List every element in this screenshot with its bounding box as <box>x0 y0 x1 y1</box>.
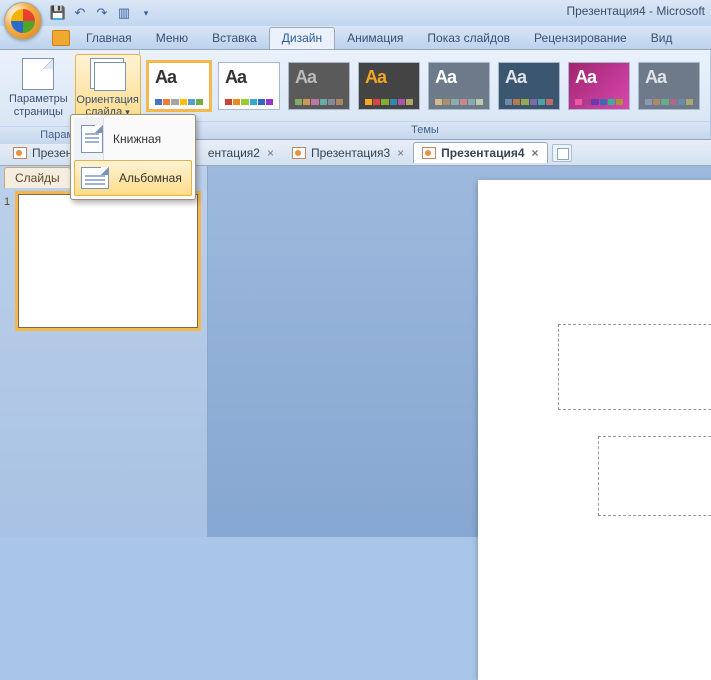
quick-access-toolbar: 💾 ↶ ↷ ▥ ▾ <box>50 5 154 21</box>
slides-tab[interactable]: Слайды <box>4 167 71 188</box>
doc-tab-label: Презентация4 <box>441 146 524 160</box>
window-title: Презентация4 - Microsoft <box>567 4 706 18</box>
theme-sample: Aa <box>645 67 666 88</box>
redo-icon[interactable]: ↷ <box>94 5 110 21</box>
powerpoint-icon <box>422 147 436 159</box>
tab-home[interactable]: Главная <box>74 28 144 49</box>
close-icon[interactable]: × <box>397 146 404 160</box>
page-setup-button[interactable]: Параметры страницы <box>6 54 71 122</box>
qat-more-icon[interactable]: ▾ <box>138 5 154 21</box>
undo-icon[interactable]: ↶ <box>72 5 88 21</box>
theme-office[interactable]: Aa <box>148 62 210 110</box>
ribbon-tab-row: Главная Меню Вставка Дизайн Анимация Пок… <box>0 26 711 50</box>
tab-insert[interactable]: Вставка <box>200 28 269 49</box>
portrait-icon <box>81 125 103 153</box>
slide-canvas[interactable]: Заго Подз <box>478 180 711 680</box>
tab-animation[interactable]: Анимация <box>335 28 415 49</box>
theme-item[interactable]: Aa <box>428 62 490 110</box>
theme-sample: Aa <box>435 67 456 88</box>
landscape-icon <box>81 167 109 189</box>
page-setup-icon <box>22 58 54 90</box>
new-tab-button[interactable] <box>552 144 572 162</box>
tab-review[interactable]: Рецензирование <box>522 28 639 49</box>
close-icon[interactable]: × <box>267 146 274 160</box>
doc-tab[interactable]: Презентация3 × <box>283 142 413 163</box>
powerpoint-icon <box>13 147 27 159</box>
tab-design[interactable]: Дизайн <box>269 27 335 49</box>
orientation-menu: Книжная Альбомная <box>70 114 196 200</box>
subtitle-placeholder[interactable]: Подз <box>598 436 711 516</box>
theme-sample: Aa <box>295 67 316 88</box>
tab-menu[interactable]: Меню <box>144 28 200 49</box>
save-icon[interactable]: 💾 <box>50 5 66 21</box>
slide-orientation-button[interactable]: Ориентация слайда ▾ <box>75 54 141 122</box>
powerpoint-icon <box>292 147 306 159</box>
theme-sample: Aa <box>155 67 176 88</box>
doc-tab-active[interactable]: Презентация4 × <box>413 142 547 163</box>
orientation-icon <box>94 62 126 91</box>
theme-sample: Aa <box>365 67 386 88</box>
quickprint-icon[interactable]: ▥ <box>116 5 132 21</box>
office-button[interactable] <box>4 2 42 40</box>
group-themes: Aa Aa Aa Aa Aa Aa <box>140 50 711 139</box>
page-setup-label: Параметры страницы <box>9 93 68 118</box>
orientation-landscape[interactable]: Альбомная <box>74 160 192 196</box>
theme-sample: Aa <box>575 67 596 88</box>
slide-editor: Заго Подз <box>208 166 711 537</box>
group-label-themes: Темы <box>140 121 710 139</box>
slides-panel: Слайды 1 <box>0 166 208 537</box>
theme-item[interactable]: Aa <box>218 62 280 110</box>
portrait-label: Книжная <box>113 132 161 146</box>
orientation-portrait[interactable]: Книжная <box>74 118 192 160</box>
doc-tab[interactable]: ентация2 × <box>199 142 283 163</box>
theme-item[interactable]: Aa <box>498 62 560 110</box>
theme-item[interactable]: Aa <box>638 62 700 110</box>
doc-tab-label: ентация2 <box>208 146 260 160</box>
slide-number: 1 <box>4 194 14 328</box>
theme-sample: Aa <box>225 67 246 88</box>
title-placeholder[interactable]: Заго <box>558 324 711 410</box>
tab-view[interactable]: Вид <box>639 28 685 49</box>
theme-item[interactable]: Aa <box>358 62 420 110</box>
tab-slideshow[interactable]: Показ слайдов <box>415 28 522 49</box>
theme-item[interactable]: Aa <box>288 62 350 110</box>
slide-thumbnail[interactable] <box>18 194 198 328</box>
title-bar: 💾 ↶ ↷ ▥ ▾ Презентация4 - Microsoft <box>0 0 711 26</box>
close-icon[interactable]: × <box>532 146 539 160</box>
theme-item[interactable]: Aa <box>568 62 630 110</box>
doc-tab-label: Презентация3 <box>311 146 390 160</box>
addins-icon[interactable] <box>52 30 70 46</box>
landscape-label: Альбомная <box>119 171 182 185</box>
theme-sample: Aa <box>505 67 526 88</box>
